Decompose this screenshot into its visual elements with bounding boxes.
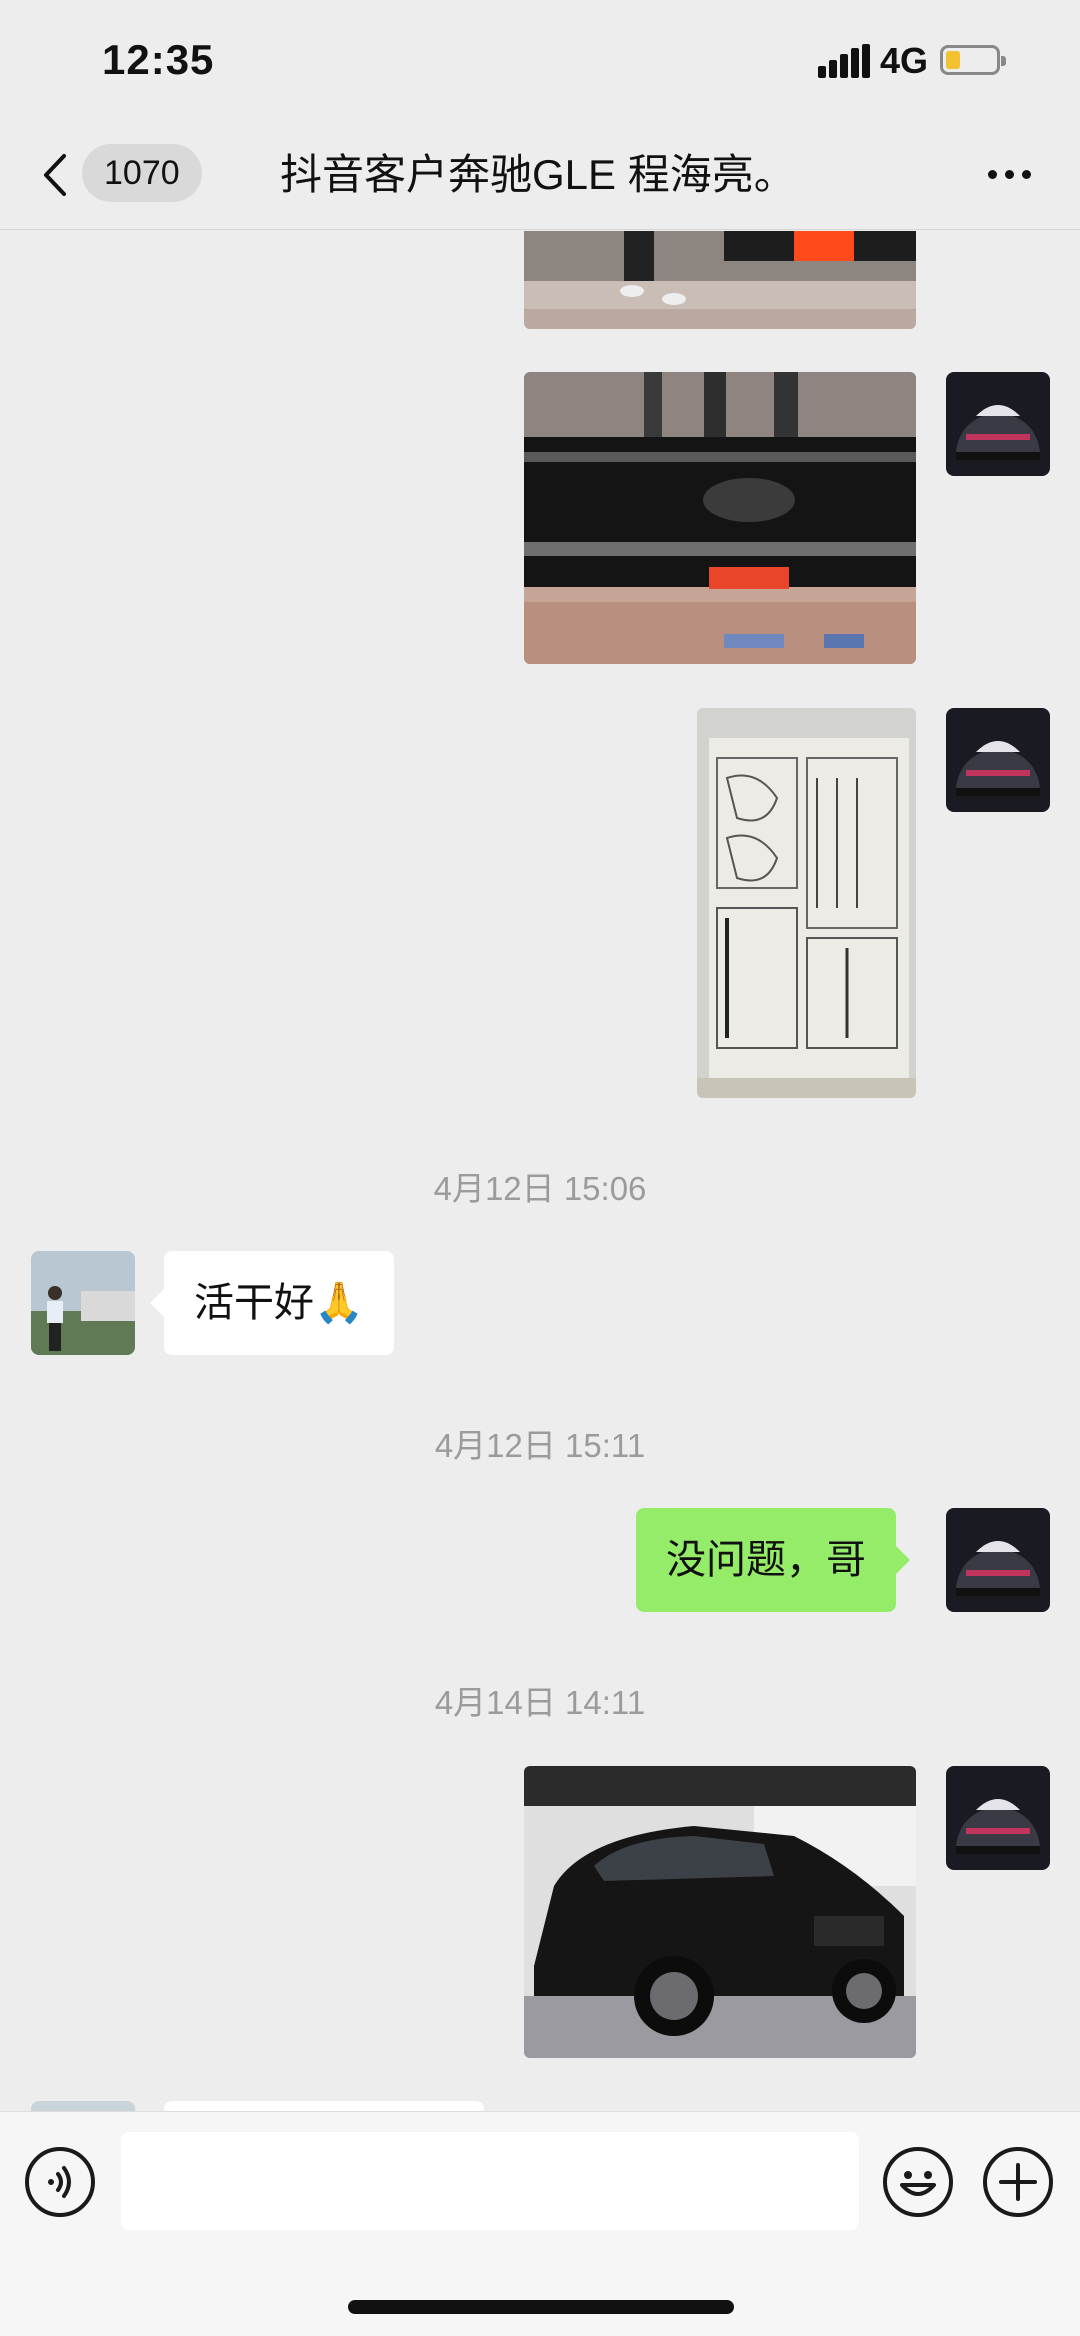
person-avatar-image xyxy=(31,1251,135,1355)
car-avatar-image xyxy=(946,1766,1050,1870)
signal-icon xyxy=(818,44,870,78)
inspection-form-photo xyxy=(697,708,916,1098)
self-avatar[interactable] xyxy=(946,1508,1050,1612)
self-avatar[interactable] xyxy=(946,708,1050,812)
message-timestamp: 4月12日 15:06 xyxy=(433,1170,647,1207)
plus-icon xyxy=(999,2163,1037,2201)
voice-button[interactable] xyxy=(25,2147,95,2217)
car-bumper-photo xyxy=(524,372,916,664)
contact-avatar[interactable] xyxy=(31,1251,135,1355)
plus-button[interactable] xyxy=(983,2147,1053,2217)
car-avatar-image xyxy=(946,1508,1050,1612)
ellipsis-icon xyxy=(988,170,997,179)
message-timestamp: 4月14日 14:11 xyxy=(434,1684,646,1721)
mercedes-gle-photo xyxy=(524,1766,916,2058)
unread-count-badge[interactable]: 1070 xyxy=(82,144,202,202)
home-indicator[interactable] xyxy=(348,2300,734,2314)
network-type: 4G xyxy=(880,40,929,81)
car-avatar-image xyxy=(946,372,1050,476)
image-message[interactable] xyxy=(524,372,916,664)
back-button[interactable] xyxy=(36,150,76,200)
battery-icon xyxy=(940,45,1006,75)
chat-header: 1070 抖音客户奔驰GLE 程海亮。 xyxy=(0,120,1080,230)
more-button[interactable] xyxy=(980,158,1040,188)
car-avatar-image xyxy=(946,708,1050,812)
chevron-left-icon xyxy=(44,154,66,196)
message-input[interactable] xyxy=(121,2132,859,2230)
incoming-text-message[interactable]: 活干好🙏 xyxy=(150,1251,394,1355)
status-time: 12:35 xyxy=(102,36,215,83)
image-message[interactable] xyxy=(524,231,916,329)
message-timestamp: 4月12日 15:11 xyxy=(434,1427,646,1464)
outgoing-text-message[interactable]: 没问题，哥 xyxy=(636,1508,910,1612)
chat-title: 抖音客户奔驰GLE 程海亮。 xyxy=(280,151,796,198)
contact-avatar[interactable] xyxy=(31,2101,135,2111)
incoming-message-partial[interactable] xyxy=(164,2101,484,2111)
emoji-icon xyxy=(900,2171,936,2196)
message-list[interactable]: 4月12日 15:06 活干好🙏 4月12日 15:11 没问题，哥 4月14日… xyxy=(0,231,1080,2111)
image-message[interactable] xyxy=(524,1766,916,2058)
self-avatar[interactable] xyxy=(946,1766,1050,1870)
self-avatar[interactable] xyxy=(946,372,1050,476)
image-message[interactable] xyxy=(697,708,916,1098)
emoji-button[interactable] xyxy=(883,2147,953,2217)
car-detail-photo xyxy=(524,231,916,329)
voice-icon xyxy=(48,2166,71,2198)
status-bar: 12:35 4G xyxy=(0,0,1080,120)
